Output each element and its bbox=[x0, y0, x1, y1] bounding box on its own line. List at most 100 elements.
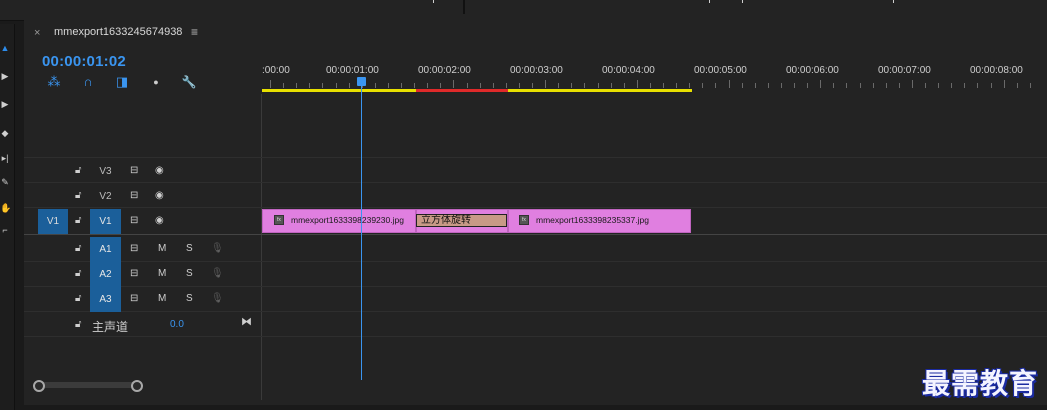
ruler-tick bbox=[951, 83, 953, 88]
track-select-tool-icon[interactable]: ▶ bbox=[0, 70, 10, 82]
mute-button[interactable]: M bbox=[158, 268, 166, 279]
lock-icon[interactable]: 🔓︎ bbox=[75, 243, 81, 254]
ruler-tick bbox=[663, 83, 664, 88]
mute-button[interactable]: M bbox=[158, 293, 166, 304]
eye-icon[interactable]: ◉ bbox=[155, 190, 164, 201]
snap-icon[interactable]: ⁂ bbox=[45, 73, 63, 91]
clip-name: mmexport1633398239230.jpg bbox=[291, 215, 404, 225]
ruler-tick bbox=[767, 83, 769, 88]
ruler-tick bbox=[649, 83, 651, 88]
panel-separator bbox=[463, 0, 465, 14]
add-marker-icon[interactable]: ◨ bbox=[113, 73, 131, 91]
mute-button[interactable]: M bbox=[158, 243, 166, 254]
go-to-end-icon[interactable]: ⧓ bbox=[241, 315, 252, 328]
track-target-v2[interactable]: V2 bbox=[90, 184, 121, 209]
ruler-tick bbox=[715, 83, 717, 88]
sequence-tab[interactable]: × mmexport1633245674938 ≡ bbox=[24, 20, 1047, 46]
linked-selection-icon[interactable]: ∩ bbox=[79, 73, 97, 91]
work-area-bar-unrendered bbox=[416, 89, 508, 92]
ruler-tick bbox=[623, 83, 625, 88]
ruler-label: 00:00:05:00 bbox=[694, 65, 747, 76]
microphone-icon[interactable]: 🎙︎ bbox=[211, 293, 224, 304]
ripple-edit-tool-icon[interactable]: ▶ bbox=[0, 98, 10, 110]
slip-tool-icon[interactable]: ▸| bbox=[0, 152, 10, 164]
clip-name: mmexport1633398235337.jpg bbox=[536, 215, 649, 225]
ruler-tick bbox=[335, 83, 337, 88]
ruler-tick bbox=[387, 83, 389, 88]
time-ruler[interactable]: :00:00 00:00:01:00 00:00:02:00 00:00:03:… bbox=[262, 60, 1047, 94]
ruler-tick bbox=[558, 83, 560, 88]
lock-icon[interactable]: 🔓︎ bbox=[75, 190, 81, 201]
master-volume-value[interactable]: 0.0 bbox=[170, 319, 184, 330]
type-tool-icon[interactable]: ⌐ bbox=[0, 224, 10, 236]
lock-icon[interactable]: 🔓︎ bbox=[75, 215, 81, 226]
track-header-v2: 🔓︎ V2 ⊟ ◉ bbox=[24, 184, 262, 209]
ruler-tick bbox=[741, 83, 743, 88]
ruler-tick bbox=[885, 83, 887, 88]
solo-button[interactable]: S bbox=[186, 243, 193, 254]
scroll-handle-right[interactable] bbox=[131, 380, 143, 392]
toggle-sync-lock-icon[interactable]: ⊟ bbox=[130, 293, 138, 304]
watermark-logo: 最需教育 bbox=[922, 367, 1039, 400]
lock-icon[interactable]: 🔓︎ bbox=[75, 268, 81, 279]
hand-tool-icon[interactable]: ✋ bbox=[0, 202, 11, 214]
wrench-icon[interactable]: 🔧 bbox=[180, 73, 198, 91]
top-panel-strip bbox=[0, 0, 1047, 21]
track-target-v3[interactable]: V3 bbox=[90, 159, 121, 184]
ruler-tick bbox=[636, 80, 638, 88]
master-track-label: 主声道 bbox=[92, 320, 129, 334]
razor-tool-icon[interactable]: ◆ bbox=[0, 127, 10, 139]
toggle-sync-lock-icon[interactable]: ⊟ bbox=[130, 165, 138, 176]
microphone-icon[interactable]: 🎙︎ bbox=[211, 268, 224, 279]
fx-badge-icon: fx bbox=[274, 215, 284, 225]
work-area-bar-rendered bbox=[262, 89, 416, 92]
clip-1[interactable]: fx mmexport1633398239230.jpg bbox=[262, 209, 416, 233]
cube-spin-transition[interactable]: 立方体旋转 bbox=[416, 214, 507, 227]
lock-icon[interactable]: 🔓︎ bbox=[75, 319, 81, 330]
track-target-a2[interactable]: A2 bbox=[90, 262, 121, 287]
ruler-tick bbox=[532, 83, 533, 88]
scroll-handle-left[interactable] bbox=[33, 380, 45, 392]
toggle-sync-lock-icon[interactable]: ⊟ bbox=[130, 268, 138, 279]
ruler-tick bbox=[1029, 83, 1031, 88]
ruler-tick bbox=[794, 83, 795, 88]
track-target-a1[interactable]: A1 bbox=[90, 237, 121, 262]
playhead-timecode[interactable]: 00:00:01:02 bbox=[42, 53, 126, 70]
toggle-sync-lock-icon[interactable]: ⊟ bbox=[130, 243, 138, 254]
track-header-a2: 🔓︎ A2 ⊟ M S 🎙︎ bbox=[24, 262, 262, 287]
eye-icon[interactable]: ◉ bbox=[155, 215, 164, 226]
eye-icon[interactable]: ◉ bbox=[155, 165, 164, 176]
ruler-tick bbox=[348, 83, 350, 88]
solo-button[interactable]: S bbox=[186, 268, 193, 279]
clip-2[interactable]: fx mmexport1633398235337.jpg bbox=[508, 209, 691, 233]
ruler-tick bbox=[440, 83, 442, 88]
toggle-sync-lock-icon[interactable]: ⊟ bbox=[130, 215, 138, 226]
ruler-tick bbox=[964, 83, 966, 88]
track-target-v1[interactable]: V1 bbox=[90, 209, 121, 234]
playhead-line[interactable] bbox=[361, 85, 362, 380]
av-separator bbox=[24, 234, 1047, 235]
microphone-icon[interactable]: 🎙︎ bbox=[211, 243, 224, 254]
ruler-tick bbox=[296, 83, 298, 88]
lock-icon[interactable]: 🔓︎ bbox=[75, 165, 81, 176]
toggle-sync-lock-icon[interactable]: ⊟ bbox=[130, 190, 138, 201]
ruler-tick bbox=[689, 83, 691, 88]
ruler-tick bbox=[1003, 80, 1005, 88]
ruler-tick bbox=[1016, 83, 1018, 88]
close-tab-icon[interactable]: × bbox=[34, 27, 40, 39]
pen-tool-icon[interactable]: ✎ bbox=[0, 176, 10, 188]
source-patch-v1[interactable]: V1 bbox=[38, 209, 68, 234]
track-header-a3: 🔓︎ A3 ⊟ M S 🎙︎ bbox=[24, 287, 262, 312]
solo-button[interactable]: S bbox=[186, 293, 193, 304]
lock-icon[interactable]: 🔓︎ bbox=[75, 293, 81, 304]
sequence-title[interactable]: mmexport1633245674938 bbox=[54, 26, 182, 38]
track-target-a3[interactable]: A3 bbox=[90, 287, 121, 312]
zoom-scrollbar[interactable] bbox=[33, 380, 143, 392]
panel-menu-icon[interactable]: ≡ bbox=[191, 25, 198, 39]
selection-tool-icon[interactable]: ▲ bbox=[0, 42, 10, 54]
marker-icon[interactable]: ● bbox=[147, 73, 165, 91]
track-header-a1: 🔓︎ A1 ⊟ M S 🎙︎ bbox=[24, 237, 262, 262]
ruler-tick bbox=[466, 83, 468, 88]
ruler-tick bbox=[374, 83, 376, 88]
panel-tick bbox=[893, 0, 894, 3]
